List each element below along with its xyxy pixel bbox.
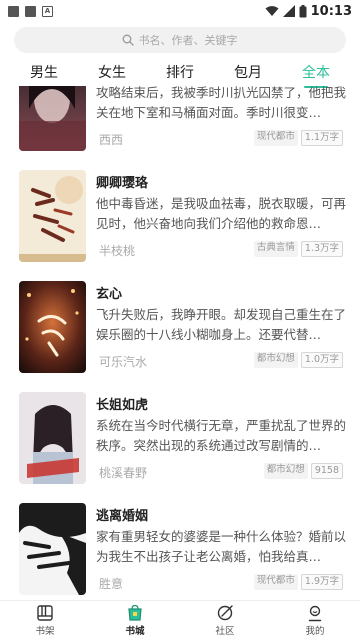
book-tags: 都市幻想 9158 [263, 463, 343, 479]
book-title: 长姐如虎 [96, 398, 149, 413]
book-description: 家有重男轻女的婆婆是一种什么体验？婚前以为我生不出孩子让老公离婚，怕我给真… [96, 529, 346, 564]
genre-tag: 现代都市 [253, 130, 298, 146]
search-icon [122, 34, 134, 46]
notification-icons: A [8, 5, 53, 17]
book-description: 他中毒昏迷，是我吸血祛毒，脱衣取暖，可再见时，他兴奋地向我们介绍他的救命恩… [96, 196, 346, 231]
nav-community[interactable]: 社区 [180, 601, 270, 640]
category-tabs: 男生 女生 排行 包月 全本 [0, 58, 360, 88]
book-tags: 现代都市 1.9万字 [253, 574, 343, 590]
book-cover[interactable] [19, 170, 86, 262]
cover-image [19, 86, 86, 151]
book-description: 攻略结束后，我被季时川扒光囚禁了，他把我关在地下室和马桶面对面。季时川很变… [96, 86, 346, 120]
book-author: 胜意 [99, 577, 124, 591]
cover-image [19, 503, 86, 595]
profile-icon [308, 605, 322, 622]
book-author: 半枝桃 [99, 244, 136, 258]
book-author: 可乐汽水 [99, 355, 148, 369]
tab-female[interactable]: 女生 [92, 60, 132, 84]
book-item[interactable]: 玄心 飞升失败后，我睁开眼。却发现自己重生在了娱乐圈的十八线小糊咖身上。还要代替… [0, 281, 360, 391]
book-tags: 古典言情 1.3万字 [253, 241, 343, 257]
book-item[interactable]: 逃离婚姻 家有重男轻女的婆婆是一种什么体验？婚前以为我生不出孩子让老公离婚，怕我… [0, 503, 360, 601]
tab-monthly[interactable]: 包月 [228, 60, 268, 84]
search-bar[interactable] [14, 27, 346, 53]
nav-bookshelf[interactable]: 书架 [0, 601, 90, 640]
tab-ranking[interactable]: 排行 [160, 60, 200, 84]
search-input[interactable] [138, 33, 239, 47]
nav-label: 书城 [125, 626, 145, 637]
wordcount-tag: 1.9万字 [300, 574, 343, 590]
book-cover[interactable] [19, 503, 86, 595]
genre-tag: 都市幻想 [263, 463, 308, 479]
book-author: 西西 [99, 133, 124, 147]
image-notification-icon [8, 5, 19, 17]
bookshelf-icon [37, 605, 53, 621]
book-tags: 现代都市 1.1万字 [253, 130, 343, 146]
clock: 10:13 [310, 3, 352, 19]
cover-image [19, 281, 86, 373]
book-cover[interactable] [19, 281, 86, 373]
book-tags: 都市幻想 1.0万字 [253, 352, 343, 368]
wifi-icon [265, 6, 279, 16]
nav-profile[interactable]: 我的 [270, 601, 360, 640]
status-bar: A 10:13 [0, 0, 360, 22]
book-description: 飞升失败后，我睁开眼。却发现自己重生在了娱乐圈的十八线小糊咖身上。还要代替… [96, 307, 346, 342]
sd-card-icon [25, 5, 36, 17]
nav-label: 我的 [305, 626, 325, 637]
bottom-nav: 书架 书城 社区 我的 [0, 600, 360, 640]
wordcount-tag: 1.3万字 [300, 241, 343, 257]
cover-image [19, 170, 86, 262]
book-item[interactable]: 攻略结束后，我被季时川扒光囚禁了，他把我关在地下室和马桶面对面。季时川很变… 西… [0, 86, 360, 169]
book-item[interactable]: 卿卿璎珞 他中毒昏迷，是我吸血祛毒，脱衣取暖，可再见时，他兴奋地向我们介绍他的救… [0, 170, 360, 280]
nav-bookstore[interactable]: 书城 [90, 601, 180, 640]
tab-male[interactable]: 男生 [24, 60, 64, 84]
wordcount-tag: 9158 [310, 463, 343, 479]
book-cover[interactable] [19, 392, 86, 484]
signal-icon [282, 5, 295, 17]
book-title: 玄心 [96, 287, 123, 302]
genre-tag: 古典言情 [253, 241, 298, 257]
wordcount-tag: 1.0万字 [300, 352, 343, 368]
community-icon [217, 605, 233, 621]
wordcount-tag: 1.1万字 [300, 130, 343, 146]
nav-label: 书架 [35, 626, 55, 637]
bookstore-icon [128, 604, 142, 621]
book-author: 桃溪春野 [99, 466, 148, 480]
a-notification-icon: A [42, 5, 53, 17]
genre-tag: 都市幻想 [253, 352, 298, 368]
tab-complete[interactable]: 全本 [296, 60, 336, 88]
book-title: 卿卿璎珞 [96, 176, 149, 191]
book-description: 系统在当今时代横行无章，严重扰乱了世界的秩序。突然出现的系统通过改写剧情的… [96, 418, 346, 453]
battery-icon [299, 4, 307, 17]
cover-image [19, 392, 86, 484]
book-list[interactable]: 攻略结束后，我被季时川扒光囚禁了，他把我关在地下室和马桶面对面。季时川很变… 西… [0, 86, 360, 601]
book-title: 逃离婚姻 [96, 509, 149, 524]
genre-tag: 现代都市 [253, 574, 298, 590]
system-indicators: 10:13 [265, 4, 352, 19]
book-cover[interactable] [19, 86, 86, 151]
book-item[interactable]: 长姐如虎 系统在当今时代横行无章，严重扰乱了世界的秩序。突然出现的系统通过改写剧… [0, 392, 360, 502]
nav-label: 社区 [215, 626, 235, 637]
